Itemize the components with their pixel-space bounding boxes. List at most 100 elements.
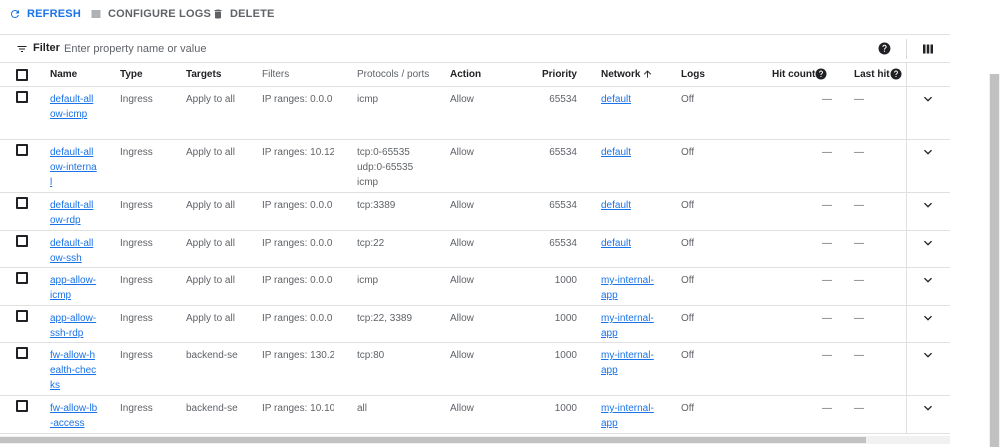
network-link[interactable]: default [601,94,631,105]
chevron-down-icon[interactable] [920,197,936,213]
header-network[interactable]: Network [601,69,640,80]
rule-filters: IP ranges: 0.0.0 [262,275,333,286]
rule-action: Allow [450,350,474,361]
header-logs[interactable]: Logs [681,69,705,80]
rule-hit-count: — [822,238,832,249]
network-link[interactable]: my-internal-app [601,403,654,429]
row-checkbox[interactable] [16,272,28,284]
rule-filters: IP ranges: 10.12 [262,147,334,158]
rule-logs: Off [681,350,695,361]
rule-priority: 65534 [549,238,577,249]
header-name[interactable]: Name [50,69,77,80]
rule-last-hit: — [854,350,864,361]
header-targets[interactable]: Targets [186,69,221,80]
chevron-down-icon[interactable] [920,400,936,416]
network-link[interactable]: default [601,200,631,211]
row-checkbox[interactable] [16,310,28,322]
rule-filters: IP ranges: 130.2 [262,350,334,361]
sort-arrow-up-icon[interactable] [642,68,653,80]
refresh-label: REFRESH [27,8,81,20]
rule-name-link[interactable]: default-allow-rdp [50,200,93,226]
rule-last-hit: — [854,313,864,324]
last-hit-help-icon[interactable] [890,68,902,80]
rule-hit-count: — [822,275,832,286]
header-last-hit[interactable]: Last hit [854,69,890,80]
rule-name-link[interactable]: app-allow-ssh-rdp [50,313,96,339]
header-hit-count[interactable]: Hit count [772,69,815,80]
column-divider [906,231,907,267]
chevron-down-icon[interactable] [920,91,936,107]
rule-hit-count: — [822,403,832,414]
header-protocols: Protocols / ports [357,69,430,80]
rule-last-hit: — [854,238,864,249]
rule-type: Ingress [120,94,153,105]
chevron-down-icon[interactable] [920,272,936,288]
rule-logs: Off [681,238,695,249]
header-priority[interactable]: Priority [520,69,577,80]
network-link[interactable]: my-internal-app [601,275,654,301]
rule-logs: Off [681,313,695,324]
select-all-checkbox[interactable] [16,69,28,81]
column-divider [906,87,907,139]
column-divider [906,193,907,230]
rule-type: Ingress [120,200,153,211]
rule-type: Ingress [120,147,153,158]
vertical-scroll-thumb[interactable] [990,74,999,447]
rule-action: Allow [450,147,474,158]
chevron-down-icon[interactable] [920,310,936,326]
hit-count-help-icon[interactable] [815,68,827,80]
rule-name-link[interactable]: fw-allow-lb-access [50,403,97,429]
network-link[interactable]: default [601,147,631,158]
table-row: fw-allow-lb-access Ingress backend-se IP… [0,396,950,434]
rule-last-hit: — [854,403,864,414]
column-display-icon[interactable] [922,43,934,55]
horizontal-scroll-thumb[interactable] [0,437,866,443]
rule-hit-count: — [822,147,832,158]
network-link[interactable]: default [601,238,631,249]
configure-logs-button[interactable]: CONFIGURE LOGS [90,6,211,22]
rule-name-link[interactable]: app-allow-icmp [50,275,96,301]
rule-filters: IP ranges: 0.0.0 [262,94,333,105]
row-checkbox[interactable] [16,235,28,247]
rule-priority: 65534 [549,200,577,211]
rule-name-link[interactable]: default-allow-ssh [50,238,93,264]
rule-type: Ingress [120,275,153,286]
rule-last-hit: — [854,200,864,211]
rule-name-link[interactable]: default-allow-icmp [50,94,93,120]
row-checkbox[interactable] [16,197,28,209]
help-icon[interactable] [878,42,891,55]
filter-label: Filter [33,42,60,54]
rule-type: Ingress [120,313,153,324]
chevron-down-icon[interactable] [920,235,936,251]
row-checkbox[interactable] [16,400,28,412]
rule-last-hit: — [854,275,864,286]
delete-button[interactable]: DELETE [212,6,275,22]
refresh-button[interactable]: REFRESH [9,6,81,22]
column-divider [906,343,907,395]
rule-targets: backend-se [186,403,238,414]
filter-input[interactable] [64,39,764,59]
chevron-down-icon[interactable] [920,144,936,160]
header-type[interactable]: Type [120,69,143,80]
chevron-down-icon[interactable] [920,347,936,363]
rule-action: Allow [450,275,474,286]
row-checkbox[interactable] [16,91,28,103]
rule-filters: IP ranges: 0.0.0 [262,238,333,249]
rule-name-link[interactable]: fw-allow-health-checks [50,350,96,391]
rule-filters: IP ranges: 0.0.0 [262,200,333,211]
rule-targets: Apply to all [186,147,235,158]
vertical-scrollbar[interactable] [989,74,1000,447]
filter-icon [17,46,27,52]
rule-priority: 1000 [554,350,577,361]
column-divider [906,63,907,86]
rule-name-link[interactable]: default-allow-internal [50,147,97,188]
network-link[interactable]: my-internal-app [601,313,654,339]
horizontal-scrollbar[interactable] [0,436,950,444]
header-action[interactable]: Action [450,69,481,80]
network-link[interactable]: my-internal-app [601,350,654,376]
row-checkbox[interactable] [16,144,28,156]
rule-hit-count: — [822,200,832,211]
rule-logs: Off [681,403,695,414]
row-checkbox[interactable] [16,347,28,359]
rule-action: Allow [450,94,474,105]
